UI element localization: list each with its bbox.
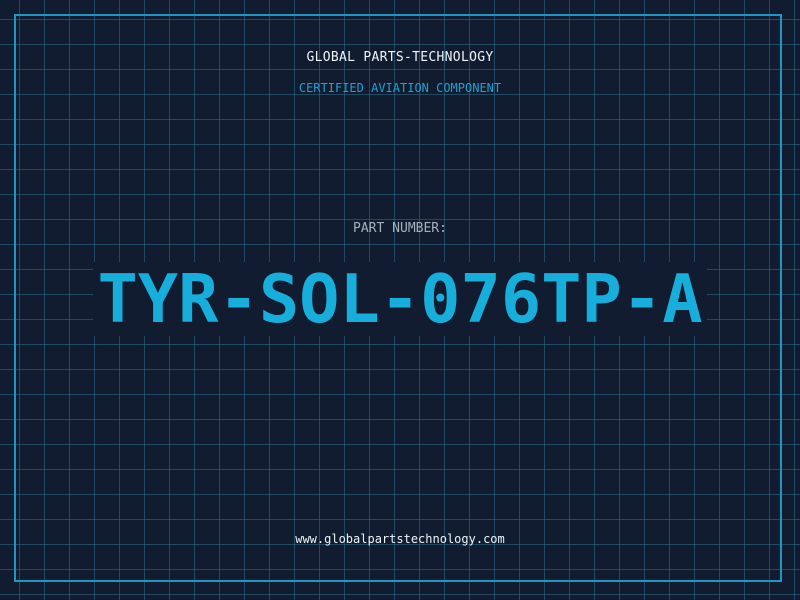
part-number-value: TYR-SOL-076TP-A xyxy=(93,262,707,336)
certification-subtitle: CERTIFIED AVIATION COMPONENT xyxy=(298,81,502,95)
part-number-label: PART NUMBER: xyxy=(353,221,447,236)
company-title: GLOBAL PARTS-TECHNOLOGY xyxy=(306,50,494,65)
website-url: www.globalpartstechnology.com xyxy=(295,532,505,546)
part-number-container: TYR-SOL-076TP-A xyxy=(0,262,800,336)
